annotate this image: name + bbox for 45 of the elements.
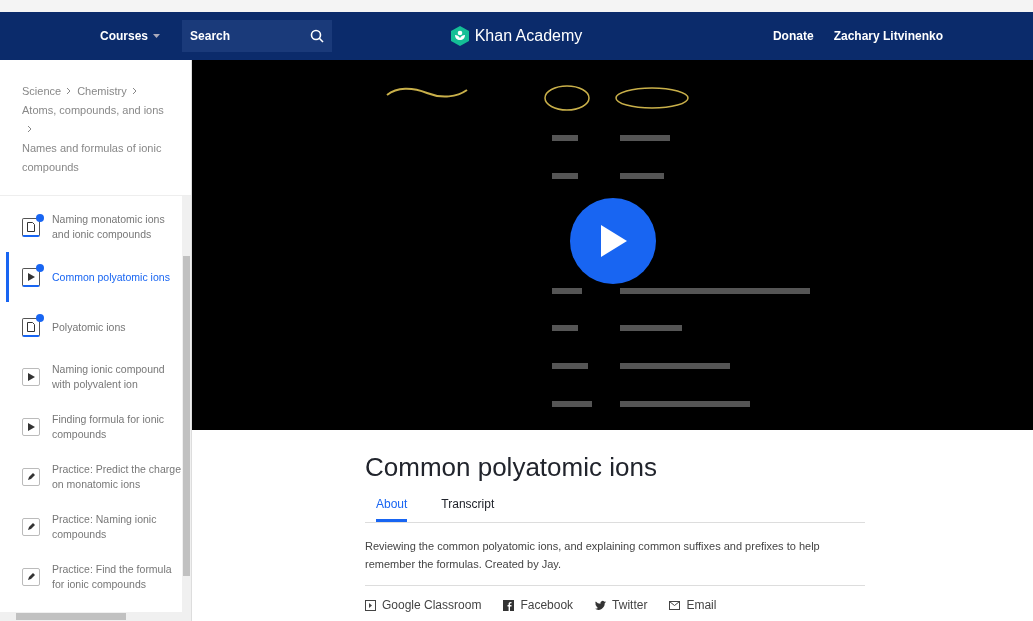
pencil-icon [27,473,35,481]
lesson-item[interactable]: Naming monatomic ions and ionic compounds [6,202,182,252]
tab[interactable]: About [376,497,408,522]
caret-icon [153,34,161,38]
play-icon [27,423,35,431]
classroom-icon [365,599,376,611]
share-link[interactable]: Twitter [595,598,648,612]
lesson-item[interactable]: Naming ionic compound with polyvalent ion [6,352,182,402]
breadcrumb-link[interactable]: Chemistry [77,82,127,101]
document-icon [27,221,35,232]
pencil-icon [27,523,35,531]
search-field[interactable]: Search [182,20,333,52]
breadcrumb-link[interactable]: Names and formulas of ionic compounds [22,139,177,177]
play-icon [27,373,35,381]
courses-menu[interactable]: Courses [100,29,161,43]
video-title: Common polyatomic ions [365,452,658,483]
lesson-item[interactable]: Practice: Predict the charge on monatomic ions [6,452,182,502]
breadcrumb-link[interactable]: Atoms, compounds, and ions [22,101,164,120]
tab[interactable]: Transcript [441,497,495,522]
play-icon [27,272,35,281]
twitter-icon [595,599,607,611]
share-link[interactable]: Facebook [503,598,574,612]
lesson-item[interactable]: Practice: Naming ionic compounds [6,502,182,552]
lesson-item[interactable]: Polyatomic ions [6,302,182,352]
chevron-icon [66,87,73,95]
lesson-item[interactable]: Finding formula for ionic compounds [6,402,182,452]
share-link[interactable]: Google Classroom [365,598,482,612]
email-icon [669,599,681,611]
donate-link[interactable]: Donate [772,29,814,43]
facebook-icon [503,599,515,611]
document-icon [27,321,35,332]
breadcrumb-link[interactable]: Science [22,82,62,101]
video-description: Reviewing the common polyatomic ions, and explaining common suffixes and prefixes to help remember the formulas. Created by Jay. [365,523,865,586]
share-link[interactable]: Email [669,598,717,612]
vertical-scrollbar[interactable] [182,196,191,612]
chevron-icon [27,125,33,133]
horizontal-scrollbar[interactable] [0,612,191,621]
search-icon [310,29,325,43]
chevron-icon [131,87,138,95]
site-logo[interactable]: Khan Academy [474,27,583,45]
lesson-item[interactable]: Practice: Find the formula for ionic compounds [6,552,182,602]
user-menu[interactable]: Zachary Litvinenko [833,29,943,43]
logo-icon [450,26,469,46]
pencil-icon [27,573,35,581]
play-icon [599,225,627,257]
